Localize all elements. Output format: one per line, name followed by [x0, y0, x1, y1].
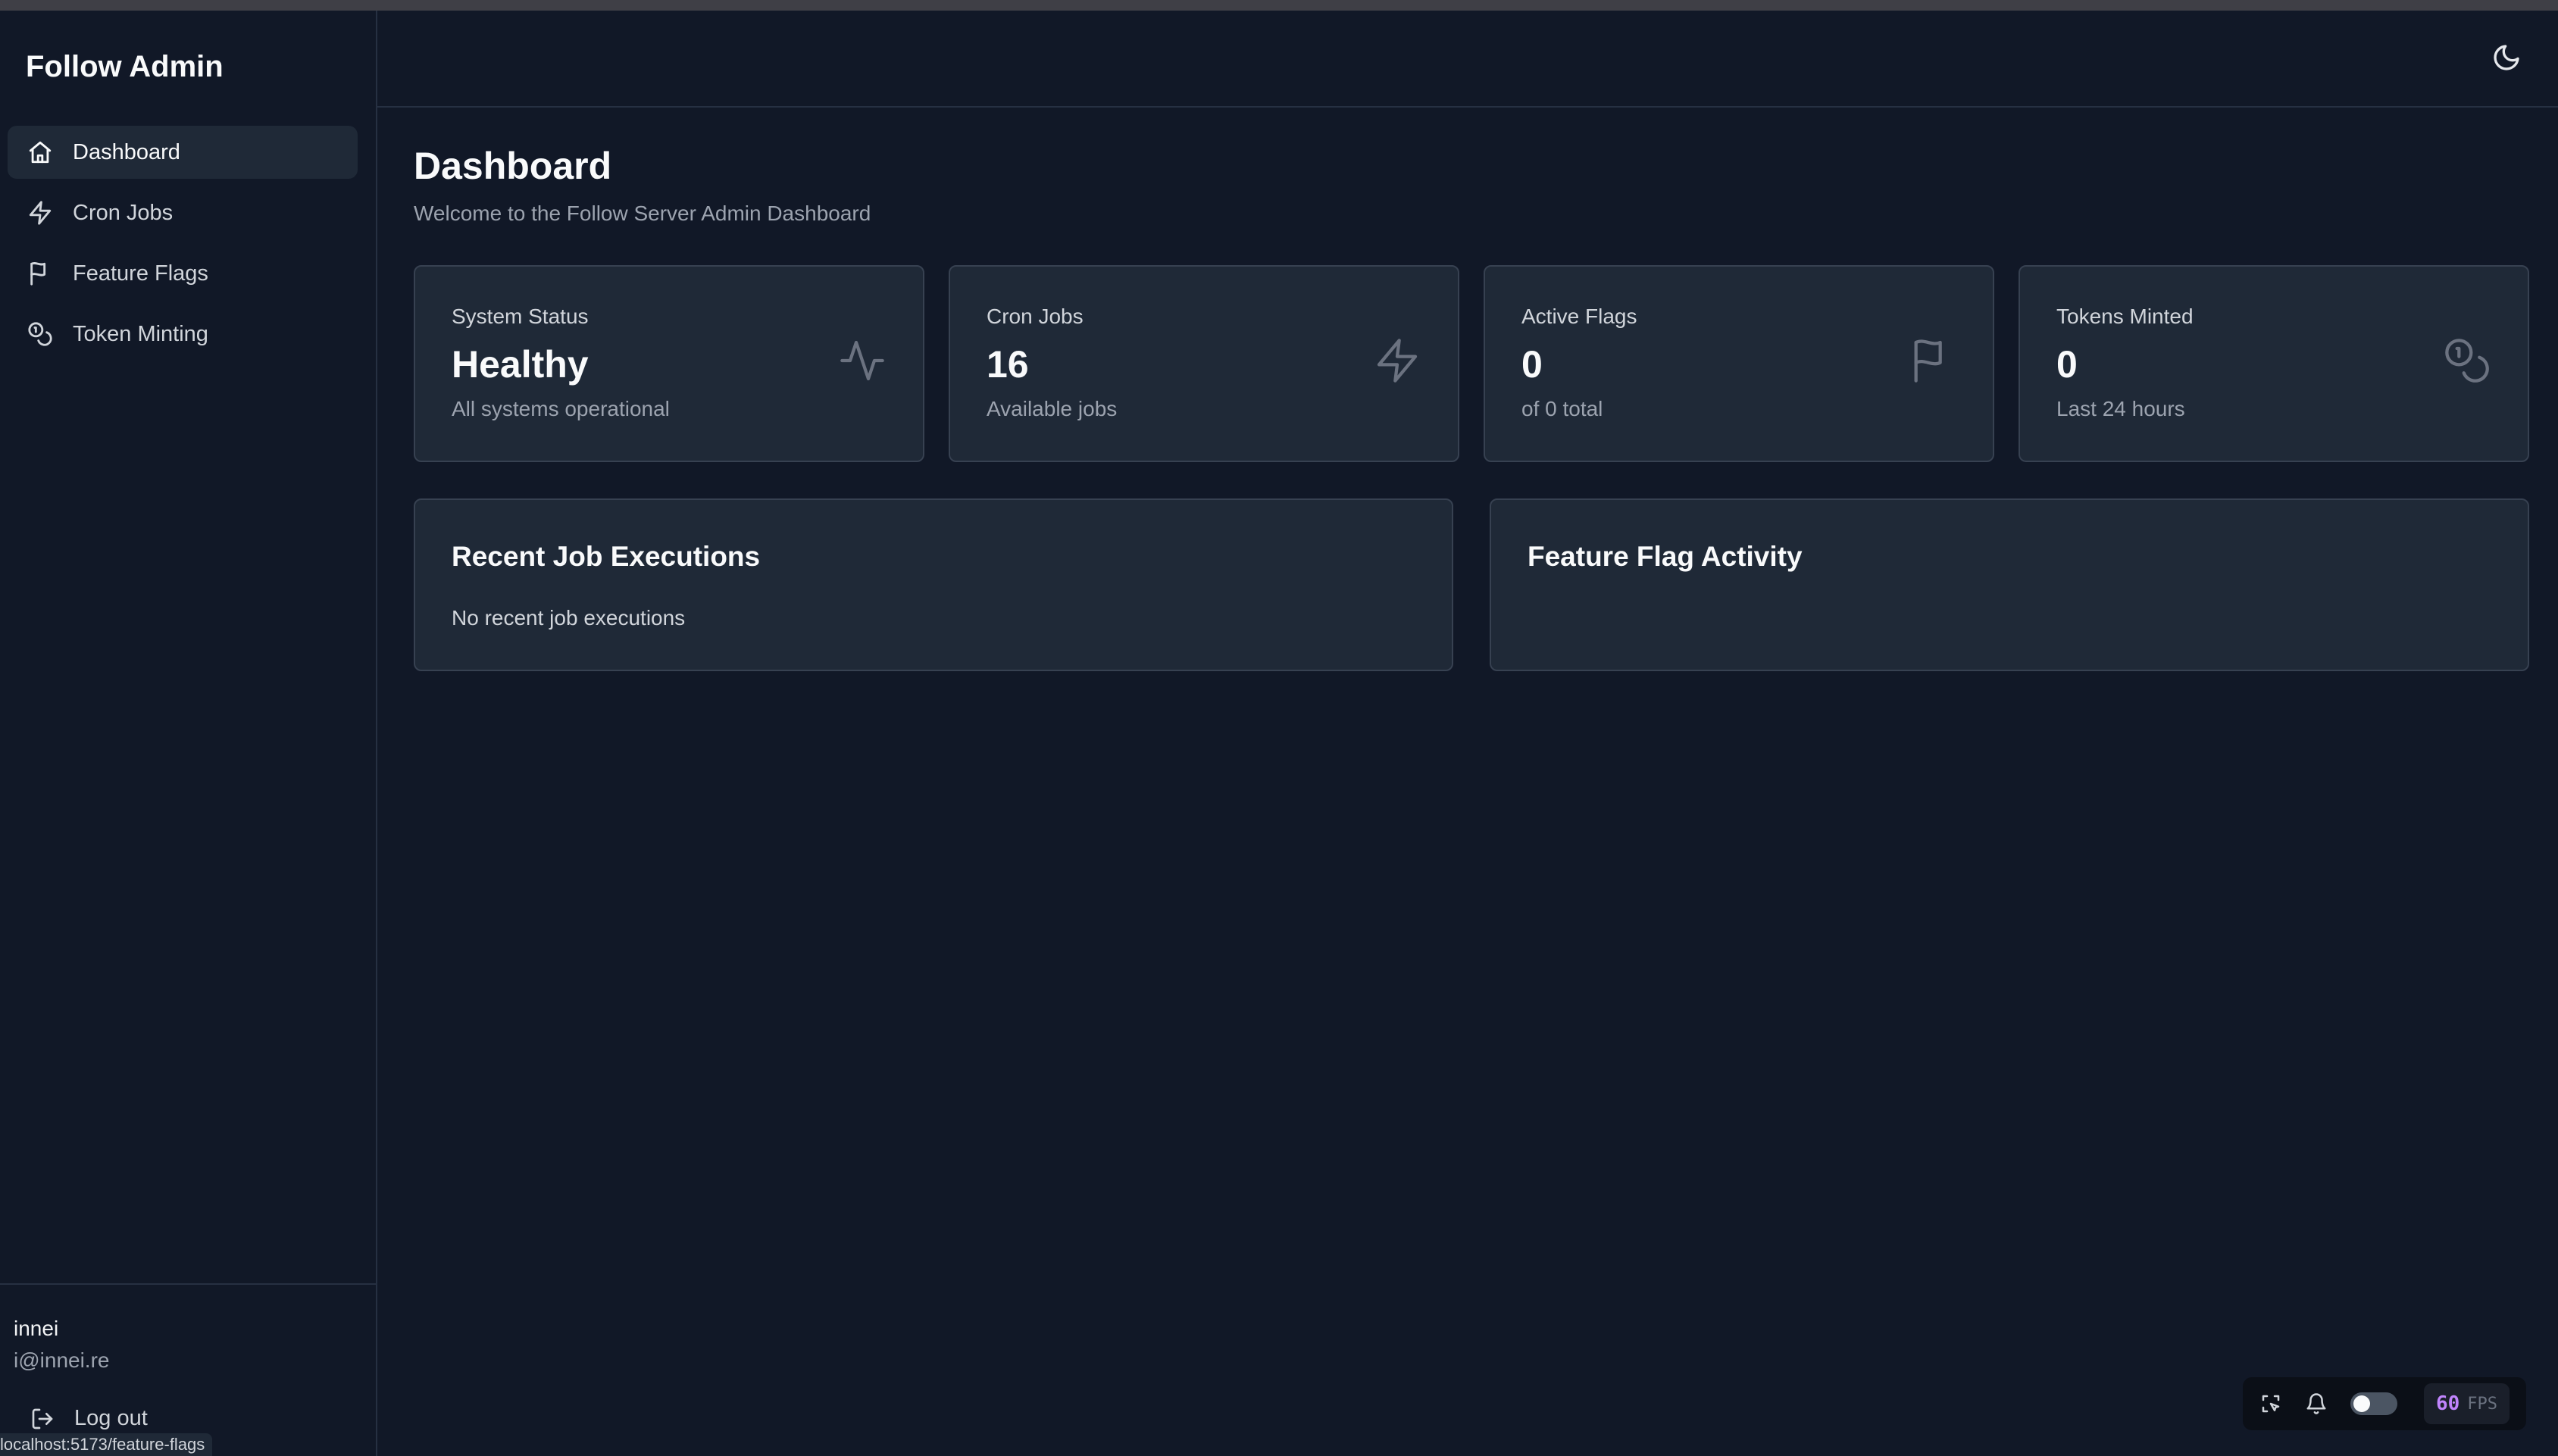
sidebar-user-section: innei i@innei.re Log out [0, 1283, 376, 1430]
home-icon [29, 141, 52, 164]
user-email: i@innei.re [14, 1348, 110, 1372]
stat-label: Cron Jobs [987, 305, 1084, 328]
stat-value: 0 [2056, 343, 2078, 386]
dev-toolbar: 60 FPS [2243, 1377, 2526, 1430]
feature-flag-activity-panel: Feature Flag Activity [1490, 498, 2529, 671]
stat-subtext: Available jobs [987, 397, 1118, 420]
coins-icon [2443, 336, 2491, 385]
app-title: Follow Admin [26, 50, 224, 83]
sidebar-item-feature-flags[interactable]: Feature Flags [8, 247, 358, 300]
stat-subtext: of 0 total [1521, 397, 1603, 420]
page-subtitle: Welcome to the Follow Server Admin Dashb… [414, 202, 871, 225]
fps-value: 60 [2435, 1392, 2460, 1415]
zap-icon [29, 201, 52, 225]
select-element-icon[interactable] [2259, 1392, 2282, 1415]
log-out-icon [32, 1408, 53, 1429]
bell-icon[interactable] [2305, 1392, 2328, 1415]
sidebar-item-label: Feature Flags [73, 261, 208, 286]
sidebar-item-token-minting[interactable]: Token Minting [8, 308, 358, 361]
stat-label: System Status [452, 305, 589, 328]
sidebar: Follow Admin Dashboard Cron Jobs Feature… [0, 11, 377, 1456]
stat-card-tokens-minted: Tokens Minted 0 Last 24 hours [2019, 265, 2529, 462]
panel-empty-text: No recent job executions [452, 606, 686, 630]
fps-label: FPS [2467, 1394, 2497, 1414]
sidebar-item-cron-jobs[interactable]: Cron Jobs [8, 186, 358, 239]
link-status-bar: localhost:5173/feature-flags [0, 1433, 213, 1456]
stat-card-active-flags: Active Flags 0 of 0 total [1484, 265, 1994, 462]
user-name: innei [14, 1317, 59, 1340]
stat-card-cron-jobs: Cron Jobs 16 Available jobs [949, 265, 1459, 462]
top-header [377, 11, 2558, 108]
sidebar-item-label: Dashboard [73, 139, 180, 164]
activity-icon [838, 336, 887, 385]
recent-job-executions-panel: Recent Job Executions No recent job exec… [414, 498, 1453, 671]
flag-icon [1908, 336, 1956, 385]
stat-value: Healthy [452, 343, 589, 386]
theme-toggle-button[interactable] [2491, 42, 2522, 73]
toggle-knob [2353, 1395, 2370, 1412]
stat-label: Active Flags [1521, 305, 1637, 328]
stat-card-system-status: System Status Healthy All systems operat… [414, 265, 924, 462]
sidebar-item-label: Cron Jobs [73, 200, 174, 225]
sidebar-item-dashboard[interactable]: Dashboard [8, 126, 358, 179]
sidebar-nav: Dashboard Cron Jobs Feature Flags Token … [8, 126, 358, 368]
stat-subtext: Last 24 hours [2056, 397, 2185, 420]
flag-icon [30, 262, 46, 286]
sidebar-item-label: Token Minting [73, 321, 208, 346]
moon-icon [2494, 45, 2519, 70]
coins-icon [28, 322, 52, 346]
panel-title: Feature Flag Activity [1528, 541, 1803, 572]
window-top-strip [0, 0, 2558, 11]
panel-title: Recent Job Executions [452, 541, 761, 572]
page-title: Dashboard [414, 145, 612, 187]
stat-label: Tokens Minted [2056, 305, 2194, 328]
logout-label: Log out [74, 1406, 148, 1430]
stat-value: 0 [1521, 343, 1543, 386]
logout-button[interactable]: Log out [30, 1406, 148, 1431]
stat-value: 16 [987, 343, 1029, 386]
dev-toggle-switch[interactable] [2350, 1392, 2397, 1415]
fps-meter: 60 FPS [2423, 1383, 2510, 1424]
zap-icon [1373, 336, 1421, 385]
stat-subtext: All systems operational [452, 397, 670, 420]
